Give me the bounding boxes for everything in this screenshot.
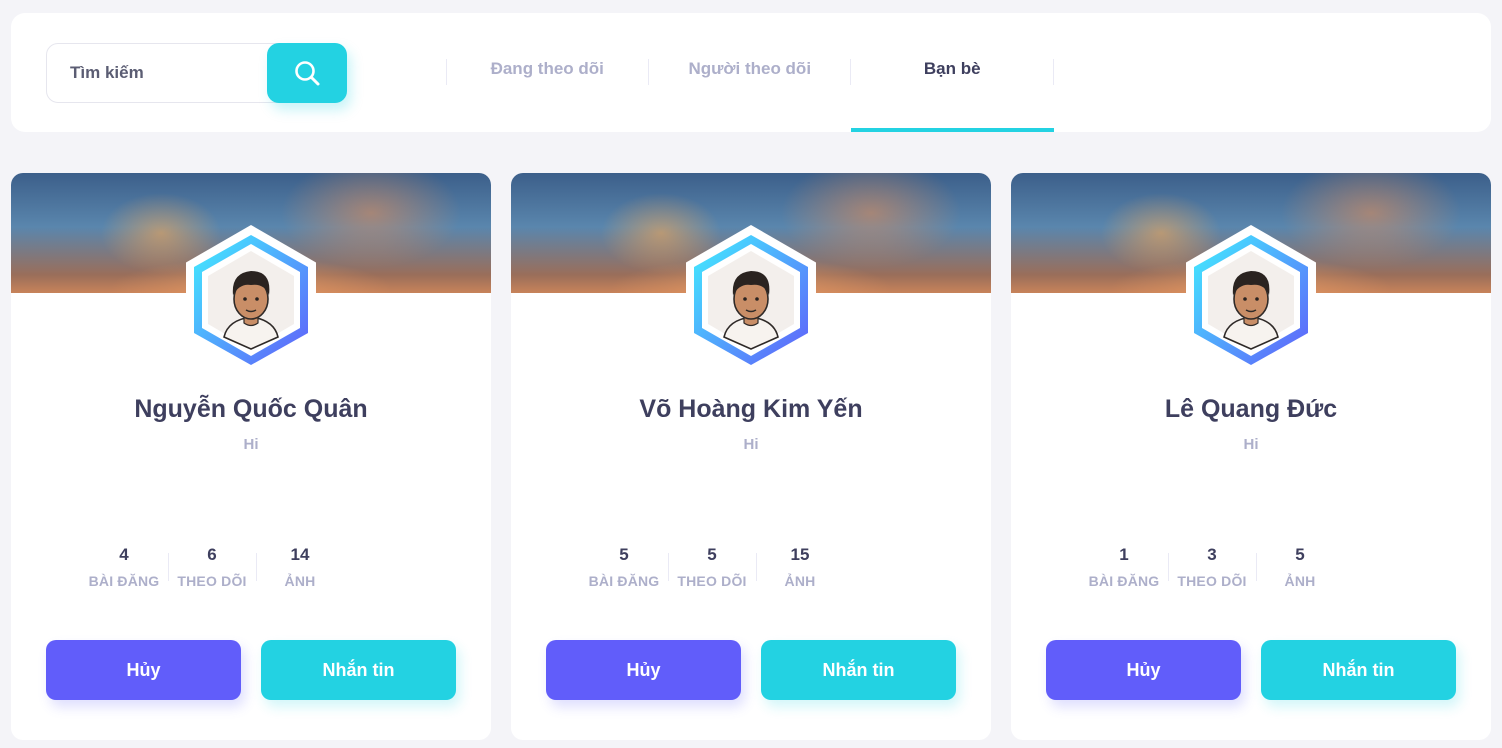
stat-value: 5: [1295, 545, 1305, 564]
stat-value: 3: [1207, 545, 1217, 564]
friend-card: Lê Quang Đức Hi 1 BÀI ĐĂNG 3 THEO DÕI 5 …: [1011, 173, 1491, 740]
stat-photos: 15 ẢNH: [756, 545, 844, 595]
stat-value: 4: [119, 545, 129, 564]
search-icon: [295, 61, 320, 86]
stat-posts: 5 BÀI ĐĂNG: [580, 545, 668, 595]
stat-label: ẢNH: [784, 573, 816, 589]
cancel-friend-button[interactable]: Hủy: [46, 640, 241, 700]
stat-label: THEO DÕI: [177, 573, 247, 589]
avatar[interactable]: [176, 225, 326, 375]
friend-card: Võ Hoàng Kim Yến Hi 5 BÀI ĐĂNG 5 THEO DÕ…: [511, 173, 991, 740]
tab-label: Đang theo dõi: [490, 58, 604, 78]
stat-posts: 1 BÀI ĐĂNG: [1080, 545, 1168, 595]
tab-divider: [1052, 59, 1054, 85]
tab-friends[interactable]: Bạn bè: [851, 13, 1054, 132]
tab-bar: Đang theo dõi Người theo dõi Bạn bè: [446, 13, 1054, 132]
search-button[interactable]: [267, 43, 347, 103]
avatar[interactable]: [1176, 225, 1326, 375]
stat-following: 3 THEO DÕI: [1168, 545, 1256, 595]
stat-value: 5: [707, 545, 717, 564]
friend-status: Hi: [743, 436, 759, 453]
stat-label: BÀI ĐĂNG: [588, 573, 660, 589]
friend-name[interactable]: Nguyễn Quốc Quân: [11, 395, 491, 424]
message-button[interactable]: Nhắn tin: [761, 640, 956, 700]
stat-following: 5 THEO DÕI: [668, 545, 756, 595]
stat-value: 6: [207, 545, 217, 564]
active-tab-indicator: [851, 128, 1054, 132]
cancel-friend-button[interactable]: Hủy: [546, 640, 741, 700]
stat-label: BÀI ĐĂNG: [88, 573, 160, 589]
friend-stats: 4 BÀI ĐĂNG 6 THEO DÕI 14 ẢNH: [80, 545, 344, 595]
friend-name[interactable]: Lê Quang Đức: [1011, 395, 1491, 424]
stat-value: 5: [619, 545, 629, 564]
avatar[interactable]: [676, 225, 826, 375]
message-button[interactable]: Nhắn tin: [261, 640, 456, 700]
stat-label: THEO DÕI: [1177, 573, 1247, 589]
search-box: [46, 43, 347, 103]
tab-label: Bạn bè: [923, 58, 981, 78]
stat-label: THEO DÕI: [677, 573, 747, 589]
friend-stats: 5 BÀI ĐĂNG 5 THEO DÕI 15 ẢNH: [580, 545, 844, 595]
friend-card: Nguyễn Quốc Quân Hi 4 BÀI ĐĂNG 6 THEO DÕ…: [11, 173, 491, 740]
friend-status: Hi: [243, 436, 259, 453]
friend-stats: 1 BÀI ĐĂNG 3 THEO DÕI 5 ẢNH: [1080, 545, 1344, 595]
tab-label: Người theo dõi: [688, 58, 812, 78]
search-input[interactable]: [47, 44, 267, 102]
stat-label: BÀI ĐĂNG: [1088, 573, 1160, 589]
stat-value: 15: [790, 545, 810, 564]
stat-photos: 5 ẢNH: [1256, 545, 1344, 595]
friend-status: Hi: [1243, 436, 1259, 453]
stat-photos: 14 ẢNH: [256, 545, 344, 595]
tab-following[interactable]: Đang theo dõi: [446, 13, 649, 132]
stat-label: ẢNH: [1284, 573, 1316, 589]
friend-name[interactable]: Võ Hoàng Kim Yến: [511, 395, 991, 424]
top-navigation-bar: Đang theo dõi Người theo dõi Bạn bè: [11, 13, 1491, 132]
tab-followers[interactable]: Người theo dõi: [649, 13, 851, 132]
stat-value: 14: [290, 545, 310, 564]
stat-label: ẢNH: [284, 573, 316, 589]
stat-value: 1: [1119, 545, 1129, 564]
stat-following: 6 THEO DÕI: [168, 545, 256, 595]
stat-posts: 4 BÀI ĐĂNG: [80, 545, 168, 595]
cancel-friend-button[interactable]: Hủy: [1046, 640, 1241, 700]
message-button[interactable]: Nhắn tin: [1261, 640, 1456, 700]
